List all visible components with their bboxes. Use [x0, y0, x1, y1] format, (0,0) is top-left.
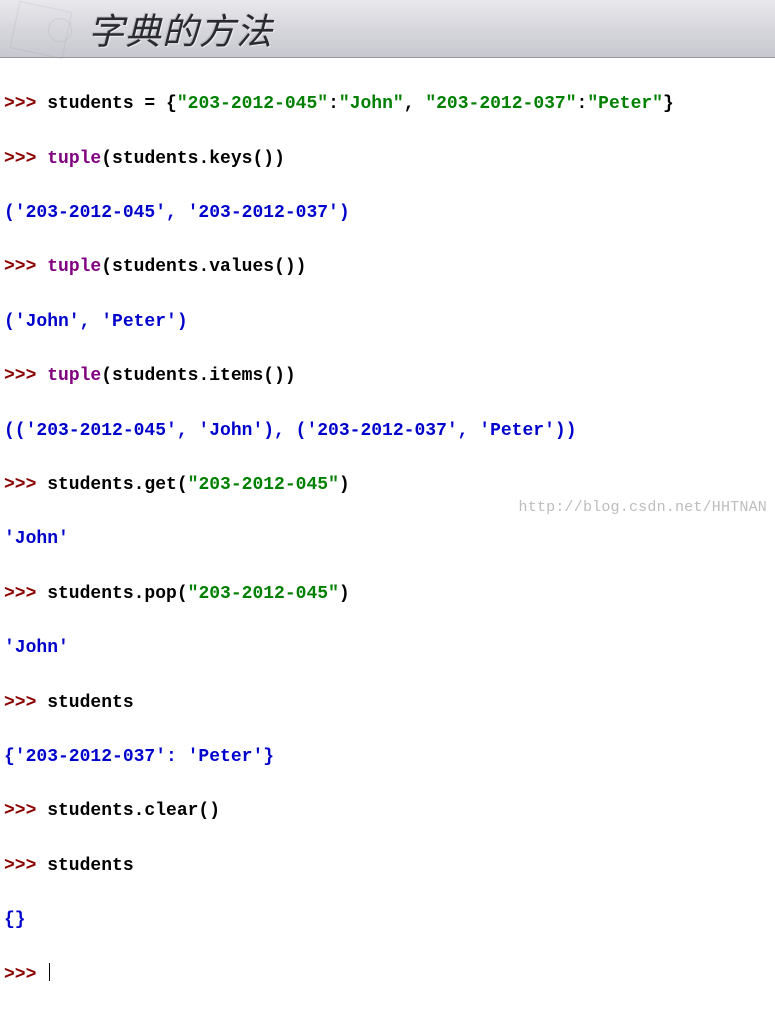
prompt: >>>: [4, 94, 36, 114]
code-output-6: {'203-2012-037': 'Peter'}: [4, 744, 771, 771]
slide-title: 字典的方法: [88, 3, 273, 55]
prompt: >>>: [4, 366, 36, 386]
code-output-5: 'John': [4, 635, 771, 662]
code-line-4: >>> tuple(students.items()): [4, 363, 771, 390]
code-line-9: >>> students: [4, 853, 771, 880]
code-line-1: >>> students = {"203-2012-045":"John", "…: [4, 91, 771, 118]
prompt: >>>: [4, 693, 36, 713]
code-line-5: >>> students.get("203-2012-045"): [4, 472, 771, 499]
code-output-2: ('John', 'Peter'): [4, 309, 771, 336]
prompt: >>>: [4, 584, 36, 604]
watermark-url: http://blog.csdn.net/HHTNAN: [519, 499, 767, 516]
code-line-6: >>> students.pop("203-2012-045"): [4, 581, 771, 608]
code-output-7: {}: [4, 907, 771, 934]
code-block: >>> students = {"203-2012-045":"John", "…: [0, 58, 775, 1016]
prompt: >>>: [4, 257, 36, 277]
code-output-1: ('203-2012-045', '203-2012-037'): [4, 200, 771, 227]
slide-header: 字典的方法: [0, 0, 775, 58]
code-line-2: >>> tuple(students.keys()): [4, 146, 771, 173]
prompt: >>>: [4, 856, 36, 876]
code-line-7: >>> students: [4, 690, 771, 717]
prompt: >>>: [4, 965, 36, 985]
prompt: >>>: [4, 801, 36, 821]
code-output-3: (('203-2012-045', 'John'), ('203-2012-03…: [4, 418, 771, 445]
code-line-cursor: >>>: [4, 962, 771, 989]
code-output-4: 'John': [4, 526, 771, 553]
text-cursor: [49, 963, 50, 981]
code-line-3: >>> tuple(students.values()): [4, 254, 771, 281]
code-line-8: >>> students.clear(): [4, 798, 771, 825]
prompt: >>>: [4, 475, 36, 495]
prompt: >>>: [4, 149, 36, 169]
